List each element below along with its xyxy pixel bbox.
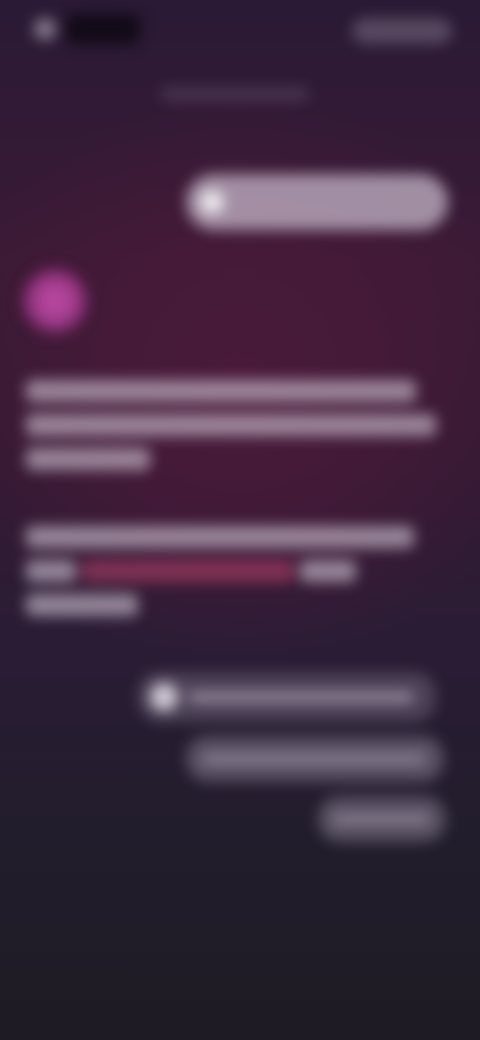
suggestion-chip-2[interactable] <box>186 736 444 782</box>
text-line <box>26 560 76 582</box>
text-line <box>300 560 356 582</box>
chat-screen <box>0 0 480 1040</box>
back-icon[interactable] <box>34 18 56 40</box>
suggestion-text-line <box>332 814 430 824</box>
user-message-text <box>232 192 422 212</box>
top-action-button[interactable] <box>352 18 452 44</box>
text-line <box>26 448 150 470</box>
audio-icon <box>150 683 178 711</box>
suggestion-chip-1[interactable] <box>138 672 436 722</box>
suggestion-text-line <box>202 754 426 764</box>
text-line <box>26 380 416 402</box>
app-title <box>66 14 140 44</box>
conversation-timestamp <box>160 86 310 102</box>
user-message-bubble[interactable] <box>186 174 448 230</box>
image-icon <box>200 190 224 214</box>
text-line <box>26 414 436 436</box>
top-bar <box>0 0 480 64</box>
text-line <box>26 594 138 616</box>
assistant-link[interactable] <box>82 560 294 582</box>
suggestion-label <box>188 686 414 706</box>
suggestion-chip-3[interactable] <box>318 796 446 842</box>
assistant-avatar <box>22 268 88 334</box>
text-line <box>26 526 414 548</box>
